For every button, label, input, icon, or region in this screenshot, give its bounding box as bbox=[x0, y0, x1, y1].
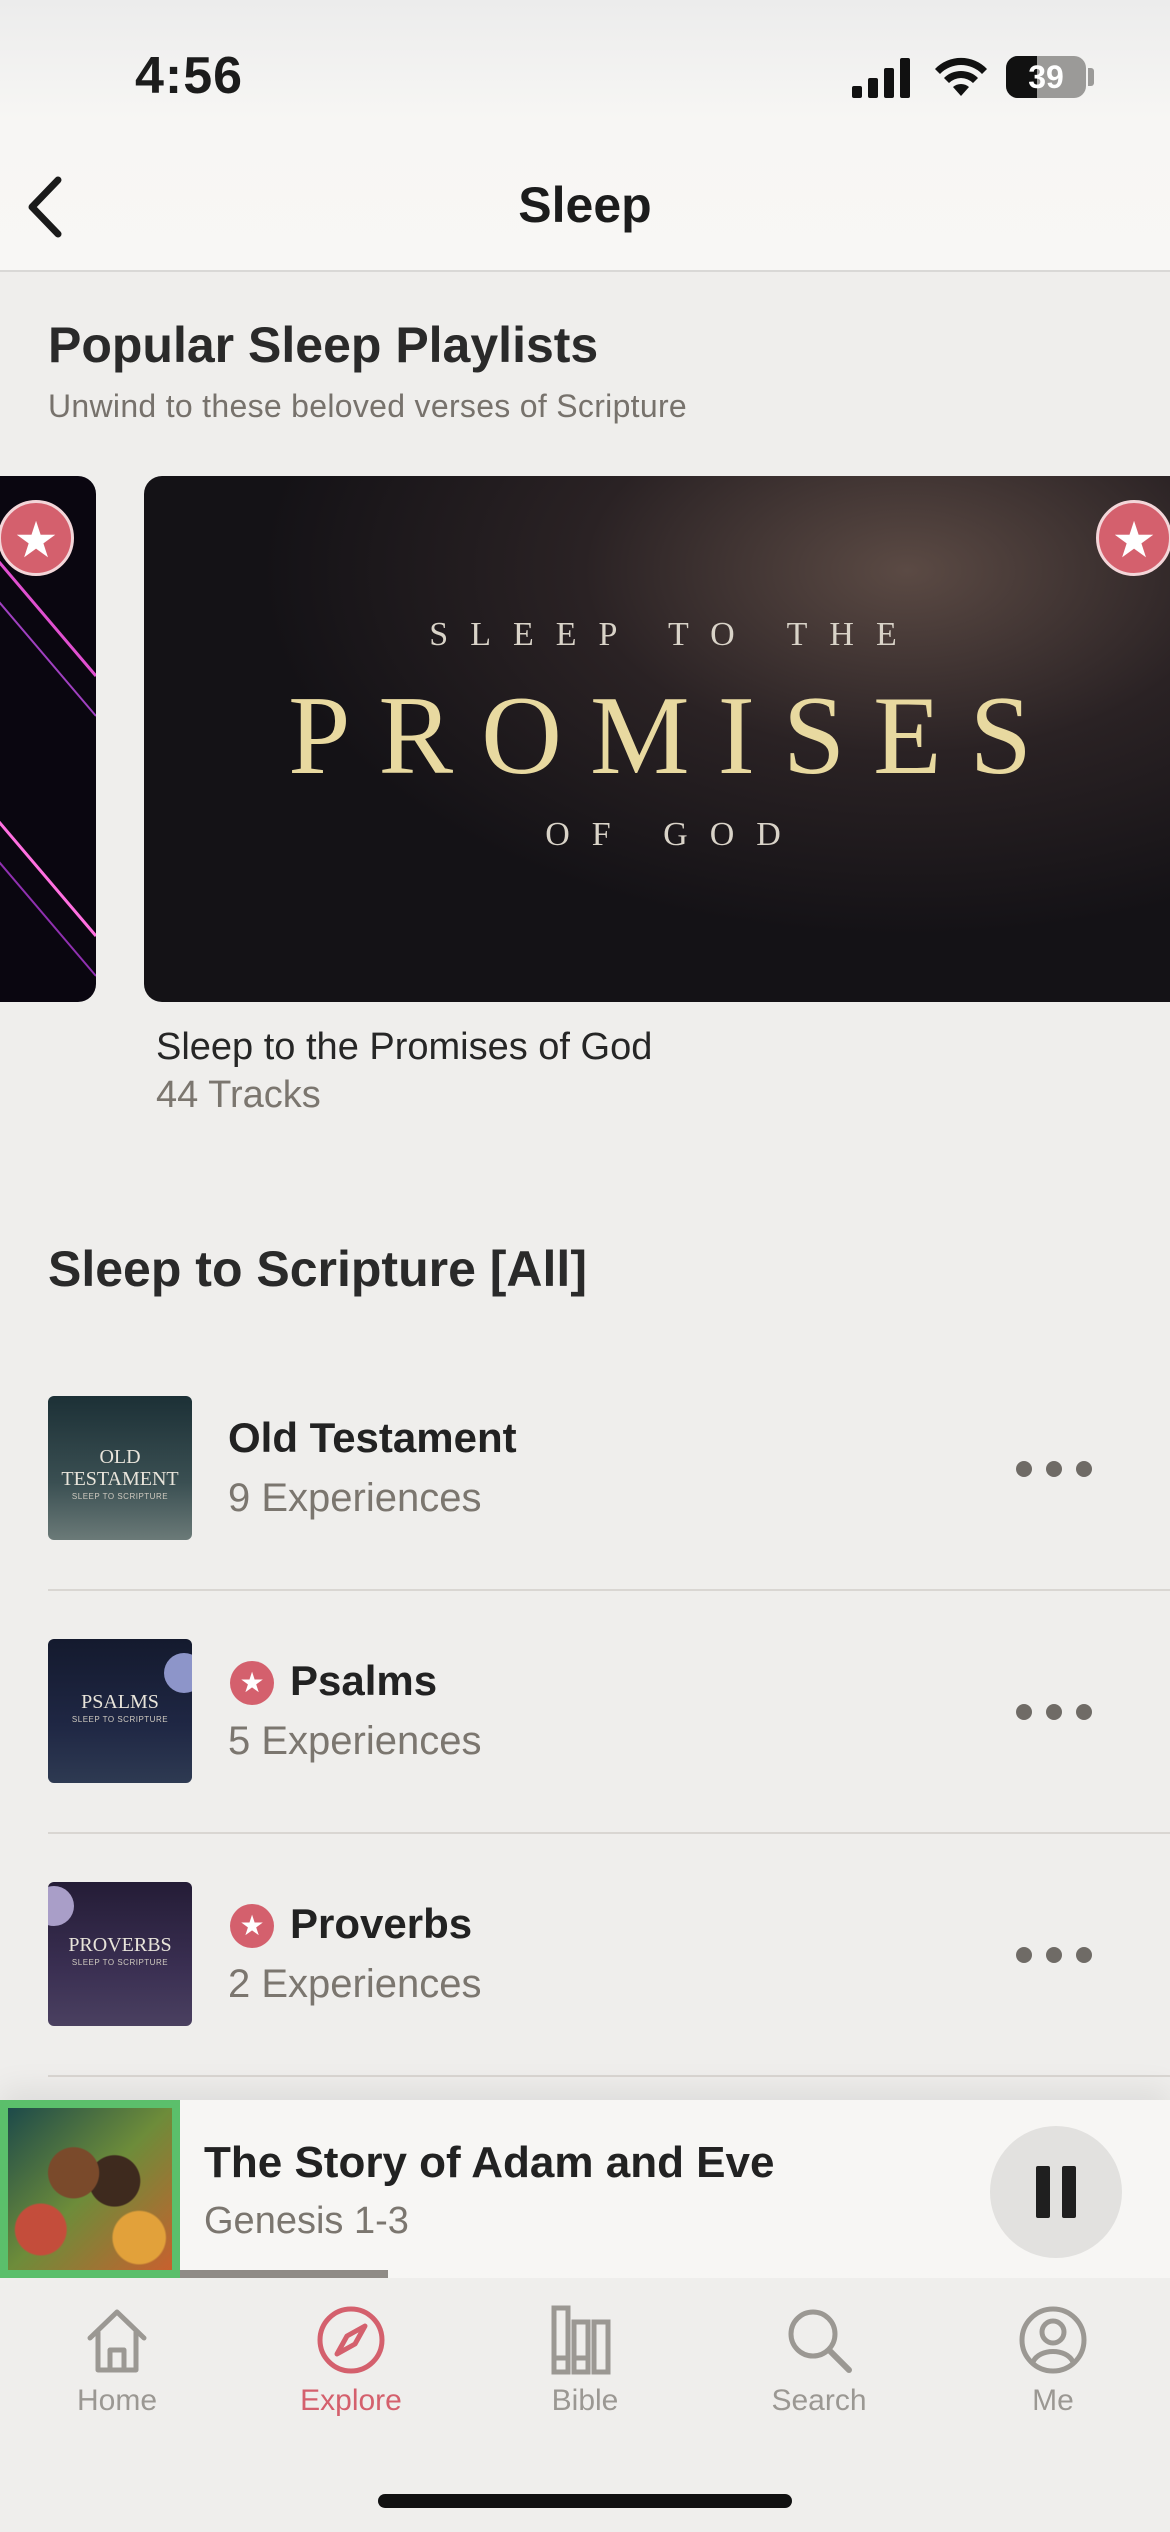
tab-label: Bible bbox=[551, 2384, 619, 2417]
pause-button[interactable] bbox=[990, 2126, 1122, 2258]
list-item[interactable]: PSALMS SLEEP TO SCRIPTURE ★ Psalms 5 Exp… bbox=[0, 1591, 1170, 1833]
thumb-psalms: PSALMS SLEEP TO SCRIPTURE bbox=[48, 1639, 192, 1783]
thumb-sub: SLEEP TO SCRIPTURE bbox=[71, 1715, 169, 1724]
premium-star-icon: ★ bbox=[230, 1661, 274, 1705]
tab-label: Search bbox=[771, 2384, 867, 2417]
compass-icon bbox=[317, 2306, 385, 2374]
battery-level: 39 bbox=[1028, 59, 1064, 95]
home-icon bbox=[87, 2309, 147, 2373]
tab-label: Home bbox=[76, 2384, 158, 2417]
more-options-icon[interactable] bbox=[1016, 1697, 1092, 1727]
search-icon bbox=[788, 2309, 852, 2373]
list-item[interactable]: OLD TESTAMENT SLEEP TO SCRIPTURE Old Tes… bbox=[0, 1348, 1170, 1590]
now-playing-title: The Story of Adam and Eve bbox=[204, 2138, 775, 2187]
tab-explore[interactable]: Explore bbox=[234, 2304, 468, 2454]
pause-icon bbox=[1036, 2166, 1050, 2218]
playback-progress[interactable] bbox=[180, 2270, 1170, 2278]
thumb-sub: SLEEP TO SCRIPTURE bbox=[71, 1492, 169, 1501]
more-options-icon[interactable] bbox=[1016, 1454, 1092, 1484]
playlist-card-promises[interactable]: SLEEP TO THE PROMISES OF GOD bbox=[144, 476, 1170, 1002]
list-item-subtitle: 5 Experiences bbox=[228, 1719, 482, 1763]
home-indicator[interactable] bbox=[378, 2494, 792, 2508]
thumb-label: PROVERBS bbox=[68, 1934, 172, 1956]
wifi-icon bbox=[935, 57, 987, 96]
cover-text-top: SLEEP TO THE bbox=[429, 616, 919, 653]
profile-icon bbox=[1019, 2306, 1087, 2374]
battery-icon: 39 bbox=[1006, 56, 1086, 98]
cover-text-main: PROMISES bbox=[288, 674, 1060, 798]
moon-icon bbox=[48, 1886, 74, 1926]
tab-search[interactable]: Search bbox=[702, 2304, 936, 2454]
thumb-label: OLD TESTAMENT bbox=[61, 1446, 179, 1490]
mini-player[interactable]: The Story of Adam and Eve Genesis 1-3 bbox=[0, 2100, 1170, 2278]
section-subtitle-popular: Unwind to these beloved verses of Script… bbox=[48, 388, 688, 424]
list-item-subtitle: 9 Experiences bbox=[228, 1476, 482, 1520]
tab-label: Explore bbox=[300, 2384, 402, 2417]
tab-me[interactable]: Me bbox=[936, 2304, 1170, 2454]
thumb-old-testament: OLD TESTAMENT SLEEP TO SCRIPTURE bbox=[48, 1396, 192, 1540]
premium-star-icon: ★ bbox=[230, 1904, 274, 1948]
list-item-title: Proverbs bbox=[290, 1900, 473, 1947]
now-playing-subtitle: Genesis 1-3 bbox=[204, 2200, 409, 2242]
now-playing-artwork bbox=[0, 2100, 180, 2278]
status-time: 4:56 bbox=[135, 47, 244, 105]
books-icon bbox=[551, 2305, 611, 2375]
page-title: Sleep bbox=[518, 177, 652, 233]
tab-home[interactable]: Home bbox=[0, 2304, 234, 2454]
section-title-popular: Popular Sleep Playlists bbox=[48, 317, 599, 373]
divider bbox=[48, 2075, 1170, 2077]
battery-cap bbox=[1088, 68, 1094, 86]
list-item-title: Psalms bbox=[290, 1657, 438, 1704]
tab-bible[interactable]: Bible bbox=[468, 2304, 702, 2454]
list-item-title: Old Testament bbox=[228, 1414, 517, 1461]
playlist-track-count: 44 Tracks bbox=[156, 1074, 321, 1116]
cover-text-bottom: OF GOD bbox=[545, 816, 803, 853]
list-item-subtitle: 2 Experiences bbox=[228, 1962, 482, 2006]
thumb-proverbs: PROVERBS SLEEP TO SCRIPTURE bbox=[48, 1882, 192, 2026]
moon-icon bbox=[164, 1653, 192, 1693]
tab-label: Me bbox=[1032, 2384, 1074, 2417]
signal-icon bbox=[852, 58, 910, 98]
section-title-scripture: Sleep to Scripture [All] bbox=[48, 1241, 587, 1297]
premium-star-icon: ★ bbox=[0, 500, 74, 576]
more-options-icon[interactable] bbox=[1016, 1940, 1092, 1970]
thumb-label: PSALMS bbox=[81, 1691, 159, 1713]
premium-star-icon: ★ bbox=[1096, 500, 1170, 576]
list-item[interactable]: PROVERBS SLEEP TO SCRIPTURE ★ Proverbs 2… bbox=[0, 1834, 1170, 2076]
playlist-title[interactable]: Sleep to the Promises of God bbox=[156, 1026, 652, 1069]
playback-progress-fill bbox=[180, 2270, 388, 2278]
thumb-sub: SLEEP TO SCRIPTURE bbox=[71, 1958, 169, 1967]
